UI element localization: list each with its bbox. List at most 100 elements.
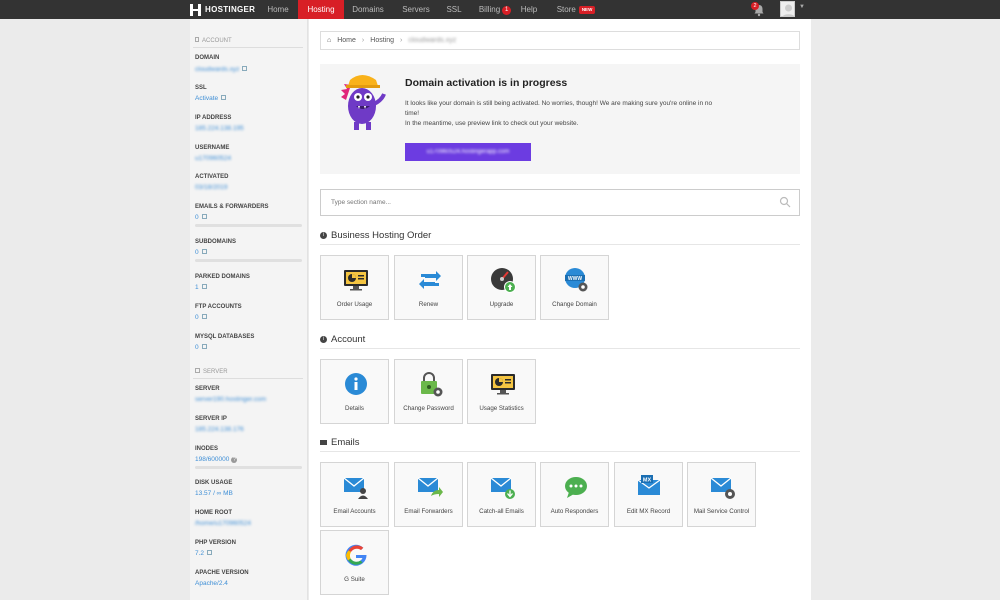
domain-value[interactable]: cloudwards.xyz	[195, 66, 248, 73]
nav-hosting[interactable]: Hosting	[298, 0, 344, 19]
chevron-right-icon: ›	[400, 37, 403, 44]
parked-domains-value[interactable]: 1	[195, 284, 207, 291]
sidebar-section-account: ACCOUNT	[195, 37, 232, 44]
ftp-accounts-count: 0	[195, 314, 199, 321]
tile-renew[interactable]: Renew	[394, 255, 463, 320]
disk-usage-label: DISK USAGE	[195, 480, 233, 486]
nav-domains[interactable]: Domains	[346, 0, 390, 19]
external-link-icon	[201, 344, 207, 349]
tile-label: Edit MX Record	[626, 508, 671, 515]
tile-label: Auto Responders	[550, 508, 599, 515]
home-icon[interactable]: ⌂	[327, 37, 331, 44]
chat-bubble-icon	[565, 477, 587, 498]
lock-gear-icon	[421, 372, 443, 397]
server-section-label: SERVER	[203, 369, 228, 375]
nav-servers[interactable]: Servers	[396, 0, 436, 19]
external-link-icon	[221, 95, 227, 100]
tile-label: Change Password	[403, 405, 454, 412]
section-title-order: Business Hosting Order	[331, 230, 432, 241]
hostinger-logo[interactable]: HOSTINGER	[190, 3, 255, 16]
chevron-down-icon[interactable]: ▼	[799, 4, 805, 10]
hostinger-logo-icon	[190, 3, 201, 16]
tile-email-accounts[interactable]: Email Accounts	[320, 462, 389, 527]
tile-mail-service-control[interactable]: Mail Service Control	[687, 462, 756, 527]
breadcrumb-home[interactable]: Home	[337, 37, 356, 44]
tile-change-domain[interactable]: WWW Change Domain	[540, 255, 609, 320]
parked-domains-count: 1	[195, 284, 199, 291]
php-version-label: PHP VERSION	[195, 540, 236, 546]
emails-forwarders-value[interactable]: 0	[195, 214, 207, 221]
ssl-activate-link[interactable]: Activate	[195, 95, 227, 102]
tile-label: Catch-all Emails	[479, 508, 524, 515]
google-icon	[345, 544, 367, 566]
php-version-text: 7.2	[195, 550, 205, 557]
svg-text:MX: MX	[643, 478, 652, 484]
inodes-count: 198/600000	[195, 456, 230, 463]
section-search-input[interactable]	[320, 189, 800, 216]
section-title-emails: Emails	[331, 437, 360, 448]
username-value: u170960524	[195, 155, 232, 162]
banner-line-2: In the meantime, use preview link to che…	[405, 120, 579, 127]
home-root-value: /home/u170960524	[195, 520, 252, 527]
tile-g-suite[interactable]: G Suite	[320, 530, 389, 595]
top-navbar: HOSTINGER Home Hosting Domains Servers S…	[0, 0, 1000, 19]
divider	[320, 348, 800, 349]
domain-value-text: cloudwards.xyz	[195, 66, 240, 73]
notification-badge: 2	[751, 2, 759, 10]
breadcrumb-domain: cloudwards.xyz	[408, 37, 457, 44]
subdomains-count: 0	[195, 249, 199, 256]
info-icon: i	[320, 336, 327, 343]
search-icon[interactable]	[779, 196, 791, 208]
banner-line-1: It looks like your domain is still being…	[405, 100, 713, 117]
tile-details[interactable]: Details	[320, 359, 389, 424]
external-link-icon	[201, 284, 207, 289]
username-label: USERNAME	[195, 145, 230, 151]
mysql-databases-value[interactable]: 0	[195, 344, 207, 351]
nav-home[interactable]: Home	[260, 0, 296, 19]
mysql-databases-label: MYSQL DATABASES	[195, 334, 255, 340]
email-download-icon	[490, 477, 515, 499]
sidebar-section-server: SERVER	[195, 368, 228, 375]
nav-ssl[interactable]: SSL	[441, 0, 467, 19]
php-version-value[interactable]: 7.2	[195, 550, 213, 557]
server-ip-value: 185.224.138.176	[195, 426, 244, 433]
external-link-icon	[207, 550, 213, 555]
tile-label: Order Usage	[336, 301, 373, 308]
ftp-accounts-value[interactable]: 0	[195, 314, 207, 321]
external-link-icon	[242, 66, 248, 71]
nav-store[interactable]: Store NEW	[551, 0, 601, 19]
www-gear-icon: WWW	[565, 268, 588, 292]
server-icon	[195, 368, 200, 373]
subdomains-label: SUBDOMAINS	[195, 239, 237, 245]
tile-order-usage[interactable]: Order Usage	[320, 255, 389, 320]
breadcrumb-hosting[interactable]: Hosting	[370, 37, 394, 44]
section-heading-order: i Business Hosting Order	[320, 230, 431, 241]
external-link-icon	[201, 314, 207, 319]
preview-link-button[interactable]: u170960524.hostingerapp.com	[405, 143, 531, 161]
brand-name: HOSTINGER	[205, 5, 256, 14]
tile-catch-all-emails[interactable]: Catch-all Emails	[467, 462, 536, 527]
nav-billing-label: Billing	[478, 5, 501, 14]
tile-change-password[interactable]: Change Password	[394, 359, 463, 424]
avatar[interactable]	[780, 1, 795, 17]
tile-edit-mx-record[interactable]: MX Edit MX Record	[614, 462, 683, 527]
subdomains-value[interactable]: 0	[195, 249, 207, 256]
nav-billing[interactable]: Billing 1	[474, 0, 516, 19]
nav-help[interactable]: Help	[516, 0, 542, 19]
tile-email-forwarders[interactable]: Email Forwarders	[394, 462, 463, 527]
external-link-icon	[201, 249, 207, 254]
divider	[320, 451, 800, 452]
tile-upgrade[interactable]: Upgrade	[467, 255, 536, 320]
tile-label: Renew	[418, 301, 439, 308]
divider	[193, 378, 303, 379]
tile-auto-responders[interactable]: Auto Responders	[540, 462, 609, 527]
external-link-icon	[201, 214, 207, 219]
tile-usage-statistics[interactable]: Usage Statistics	[467, 359, 536, 424]
monitor-chart-icon	[344, 270, 368, 291]
emails-usage-bar	[195, 224, 302, 227]
billing-badge: 1	[502, 6, 512, 15]
help-icon[interactable]: ?	[231, 457, 238, 463]
section-heading-account: i Account	[320, 334, 365, 345]
breadcrumb: ⌂ Home › Hosting › cloudwards.xyz	[320, 31, 800, 50]
mascot-illustration	[341, 75, 386, 130]
